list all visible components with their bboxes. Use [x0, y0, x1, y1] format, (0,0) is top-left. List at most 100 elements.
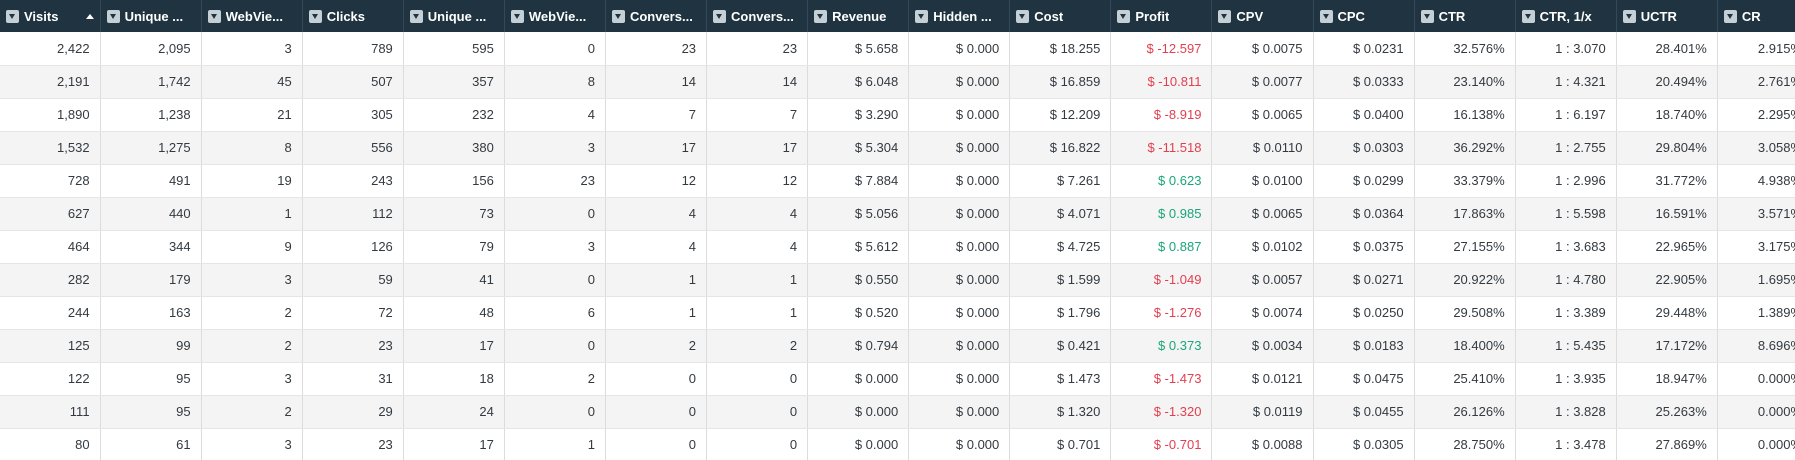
column-header[interactable]: CTR, 1/x: [1515, 0, 1617, 32]
table-cell: 2,095: [100, 32, 202, 66]
filter-dropdown-icon[interactable]: [713, 9, 727, 23]
column-header-label: Profit: [1135, 8, 1170, 24]
table-cell: 99: [100, 329, 202, 363]
table-cell: 23.140%: [1414, 65, 1516, 99]
filter-dropdown-icon[interactable]: [814, 9, 828, 23]
report-grid: Visits Unique ... WebVie... Clicks Unique ..…: [0, 0, 1795, 460]
table-cell: $ 1.473: [1009, 362, 1112, 396]
table-cell: 48: [403, 296, 505, 330]
table-cell: 2: [605, 329, 708, 363]
table-row[interactable]: 2,422 2,095 3 789 595 0 23 23 $ 5.658 $ 0.000 $ 18…: [0, 32, 1795, 66]
table-cell: 4: [605, 230, 708, 264]
table-cell: $ -10.811: [1110, 65, 1213, 99]
table-cell: 3.175%: [1717, 230, 1795, 264]
table-cell: $ 4.071: [1009, 197, 1112, 231]
column-header-label: WebVie...: [528, 8, 587, 24]
table-cell: 8: [201, 131, 303, 165]
table-cell: 27.869%: [1616, 428, 1718, 460]
table-cell: 24: [403, 395, 505, 429]
table-row[interactable]: 464 344 9 126 79 3 4 4 $ 5.612 $ 0.000 $ 4.725 $ 0.…: [0, 230, 1795, 264]
column-header-label: Convers...: [629, 8, 693, 24]
table-row[interactable]: 244 163 2 72 48 6 1 1 $ 0.520 $ 0.000 $ 1.796 $ -1.…: [0, 296, 1795, 330]
table-cell: $ 12.209: [1009, 98, 1112, 132]
table-cell: 728: [0, 164, 101, 198]
column-header[interactable]: Unique ...: [403, 0, 505, 32]
table-cell: 380: [403, 131, 505, 165]
column-header[interactable]: Cost: [1009, 0, 1112, 32]
table-cell: 26.126%: [1414, 395, 1516, 429]
table-cell: 18.400%: [1414, 329, 1516, 363]
column-header[interactable]: WebVie...: [504, 0, 606, 32]
table-cell: 112: [302, 197, 404, 231]
table-cell: 2: [201, 296, 303, 330]
table-row[interactable]: 122 95 3 31 18 2 0 0 $ 0.000 $ 0.000 $ 1.473 $ -1.4…: [0, 362, 1795, 396]
column-header[interactable]: Visits: [0, 0, 101, 32]
table-row[interactable]: 728 491 19 243 156 23 12 12 $ 7.884 $ 0.000 $ 7.26…: [0, 164, 1795, 198]
filter-dropdown-icon[interactable]: [106, 9, 120, 23]
column-header[interactable]: Convers...: [605, 0, 708, 32]
filter-dropdown-icon[interactable]: [207, 9, 221, 23]
table-cell: 627: [0, 197, 101, 231]
table-cell: 72: [302, 296, 404, 330]
table-cell: 33.379%: [1414, 164, 1516, 198]
table-cell: $ 7.884: [807, 164, 910, 198]
column-header[interactable]: Revenue: [807, 0, 910, 32]
stats-table: Visits Unique ... WebVie... Clicks Unique ..…: [0, 0, 1795, 460]
table-row[interactable]: 627 440 1 112 73 0 4 4 $ 5.056 $ 0.000 $ 4.071 $ 0.…: [0, 197, 1795, 231]
filter-dropdown-icon[interactable]: [6, 9, 19, 23]
column-header[interactable]: CTR: [1414, 0, 1516, 32]
table-cell: $ 0.0034: [1211, 329, 1314, 363]
table-cell: 1 : 3.935: [1515, 362, 1617, 396]
table-cell: 0: [504, 329, 606, 363]
filter-dropdown-icon[interactable]: [409, 9, 423, 23]
table-cell: 0.000%: [1717, 362, 1795, 396]
table-cell: $ 0.701: [1009, 428, 1112, 460]
column-header[interactable]: Convers...: [706, 0, 809, 32]
table-cell: $ 5.056: [807, 197, 910, 231]
table-cell: $ 0.0075: [1211, 32, 1314, 66]
filter-dropdown-icon[interactable]: [1420, 9, 1434, 23]
table-row[interactable]: 282 179 3 59 41 0 1 1 $ 0.550 $ 0.000 $ 1.599 $ -1.…: [0, 263, 1795, 297]
table-cell: $ 0.985: [1110, 197, 1213, 231]
filter-dropdown-icon[interactable]: [1218, 9, 1232, 23]
filter-dropdown-icon[interactable]: [611, 9, 625, 23]
table-cell: $ 0.000: [908, 395, 1011, 429]
table-row[interactable]: 80 61 3 23 17 1 0 0 $ 0.000 $ 0.000 $ 0.701 $ -0.70…: [0, 428, 1795, 460]
filter-dropdown-icon[interactable]: [1117, 9, 1131, 23]
table-row[interactable]: 1,532 1,275 8 556 380 3 17 17 $ 5.304 $ 0.000 $ 16…: [0, 131, 1795, 165]
table-row[interactable]: 1,890 1,238 21 305 232 4 7 7 $ 3.290 $ 0.000 $ 12.…: [0, 98, 1795, 132]
table-cell: $ -1.320: [1110, 395, 1213, 429]
table-row[interactable]: 111 95 2 29 24 0 0 0 $ 0.000 $ 0.000 $ 1.320 $ -1.3…: [0, 395, 1795, 429]
column-header[interactable]: Profit: [1110, 0, 1213, 32]
table-cell: 1,532: [0, 131, 101, 165]
column-header[interactable]: CPC: [1313, 0, 1415, 32]
filter-dropdown-icon[interactable]: [1521, 9, 1535, 23]
sort-ascending-icon[interactable]: [85, 13, 94, 19]
table-cell: $ 4.725: [1009, 230, 1112, 264]
filter-dropdown-icon[interactable]: [510, 9, 524, 23]
column-header-label: Clicks: [326, 8, 366, 24]
column-header[interactable]: CPV: [1211, 0, 1314, 32]
column-header-label: UCTR: [1640, 8, 1677, 24]
table-cell: $ 0.0299: [1313, 164, 1415, 198]
filter-dropdown-icon[interactable]: [1723, 9, 1737, 23]
column-header[interactable]: Hidden ...: [908, 0, 1011, 32]
table-cell: 23: [706, 32, 809, 66]
table-row[interactable]: 125 99 2 23 17 0 2 2 $ 0.794 $ 0.000 $ 0.421 $ 0.37…: [0, 329, 1795, 363]
table-cell: $ 0.0250: [1313, 296, 1415, 330]
table-cell: $ 0.0303: [1313, 131, 1415, 165]
filter-dropdown-icon[interactable]: [1319, 9, 1333, 23]
column-header[interactable]: CR: [1717, 0, 1795, 32]
table-row[interactable]: 2,191 1,742 45 507 357 8 14 14 $ 6.048 $ 0.000 $ 1…: [0, 65, 1795, 99]
table-cell: 1: [706, 296, 809, 330]
filter-dropdown-icon[interactable]: [308, 9, 322, 23]
filter-dropdown-icon[interactable]: [915, 9, 929, 23]
filter-dropdown-icon[interactable]: [1622, 9, 1636, 23]
table-cell: 0: [605, 395, 708, 429]
column-header[interactable]: WebVie...: [201, 0, 303, 32]
column-header[interactable]: Clicks: [302, 0, 404, 32]
filter-dropdown-icon[interactable]: [1016, 9, 1030, 23]
column-header[interactable]: UCTR: [1616, 0, 1718, 32]
table-cell: 507: [302, 65, 404, 99]
column-header[interactable]: Unique ...: [100, 0, 202, 32]
